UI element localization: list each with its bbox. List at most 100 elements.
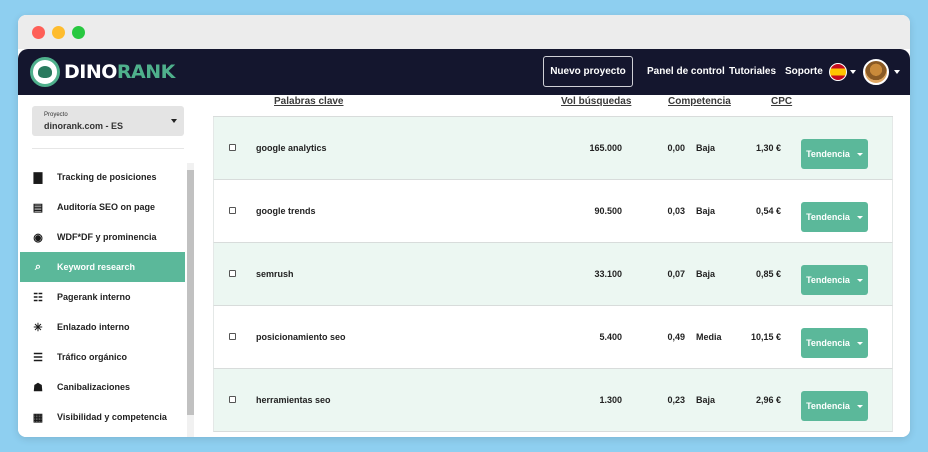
nav-link-tutoriales[interactable]: Tutoriales [729,66,776,77]
trend-button-label: Tendencia [806,275,850,285]
traffic-light-icon: ☰ [33,351,43,364]
sidebar-item-report[interactable]: ▦ Visibilidad y competencia [20,402,185,432]
top-navbar: DINORANK Nuevo proyecto Panel de control… [18,49,910,95]
new-project-button[interactable]: Nuevo proyecto [543,56,633,87]
keyword-cell: herramientas seo [256,395,331,405]
competition-level-cell: Baja [696,395,716,405]
chevron-down-icon [856,341,863,345]
user-avatar[interactable] [863,59,889,85]
trend-dropdown-button[interactable]: Tendencia [801,328,868,358]
keyword-search-icon: ⌕ [34,260,42,273]
browser-window: DINORANK Nuevo proyecto Panel de control… [18,15,910,437]
volume-cell: 1.300 [599,395,622,405]
chevron-down-icon [856,404,863,408]
minimize-window-button[interactable] [52,26,65,39]
sidebar-item-label: Tracking de posiciones [57,172,157,182]
keyword-cell: semrush [256,269,294,279]
cpc-cell: 0,54 € [755,206,781,216]
chevron-down-icon [856,215,863,219]
cpc-cell: 0,85 € [755,269,781,279]
column-header-competition[interactable]: Competencia [668,96,731,107]
sidebar-item-label: Auditoría SEO on page [57,202,156,212]
chevron-down-icon [171,119,177,123]
sidebar-item-label: WDF*DF y prominencia [57,232,157,242]
keyword-cell: posicionamiento seo [256,332,346,342]
project-selector-value: dinorank.com - ES [44,121,124,131]
sidebar-item-cannibal[interactable]: ☗ Canibalizaciones [20,372,185,402]
competition-cell: 0,23 [667,395,685,405]
document-chart-icon: ▤ [32,201,44,214]
trend-dropdown-button[interactable]: Tendencia [801,391,868,421]
competition-cell: 0,00 [667,143,685,153]
sidebar-item-traffic-light[interactable]: ☰ Tráfico orgánico [20,342,185,372]
competition-cell: 0,03 [667,206,685,216]
trend-button-label: Tendencia [806,212,850,222]
sidebar-item-sitemap[interactable]: ☷ Pagerank interno [20,282,185,312]
competition-level-cell: Media [696,332,722,342]
row-checkbox[interactable] [229,333,236,340]
trend-dropdown-button[interactable]: Tendencia [801,265,868,295]
report-icon: ▦ [32,411,44,424]
row-checkbox[interactable] [229,207,236,214]
sidebar: Proyecto dinorank.com - ES ▇ Tracking de … [18,95,196,437]
language-flag-icon[interactable] [829,63,847,81]
cpc-cell: 1,30 € [755,143,781,153]
sidebar-item-keyword-search[interactable]: ⌕ Keyword research [20,252,185,282]
target-icon: ◉ [33,231,43,244]
table-row: google trends 90.500 0,03 Baja 0,54 € Tendenc… [213,180,893,243]
sidebar-divider [32,148,184,149]
sidebar-item-label: Canibalizaciones [57,382,131,392]
nav-link-panel[interactable]: Panel de control [647,66,725,77]
trend-button-label: Tendencia [806,338,850,348]
keyword-cell: google trends [256,206,316,216]
volume-cell: 90.500 [594,206,622,216]
competition-level-cell: Baja [696,143,716,153]
competition-level-cell: Baja [696,206,716,216]
bar-chart-icon: ▇ [33,171,43,184]
maximize-window-button[interactable] [72,26,85,39]
column-header-cpc[interactable]: CPC [771,96,792,107]
volume-cell: 165.000 [589,143,622,153]
language-chevron-down-icon[interactable] [850,70,856,74]
row-checkbox[interactable] [229,270,236,277]
table-row: semrush 33.100 0,07 Baja 0,85 € Tendencia [213,243,893,306]
cpc-cell: 10,15 € [750,332,781,342]
sidebar-item-label: Enlazado interno [57,322,130,332]
sidebar-item-label: Visibilidad y competencia [57,412,167,422]
sidebar-item-label: Keyword research [57,262,136,272]
network-icon: ✳ [33,321,43,334]
competition-level-cell: Baja [696,269,716,279]
chevron-down-icon [856,152,863,156]
row-checkbox[interactable] [229,396,236,403]
trend-dropdown-button[interactable]: Tendencia [801,202,868,232]
user-menu-chevron-down-icon[interactable] [894,70,900,74]
keyword-table: google analytics 165.000 0,00 Baja 1,30 € Ten… [213,116,893,432]
sidebar-item-document-chart[interactable]: ▤ Auditoría SEO on page [20,192,185,222]
window-titlebar [18,15,910,49]
project-selector[interactable]: Proyecto dinorank.com - ES [32,106,184,136]
row-checkbox[interactable] [229,144,236,151]
column-header-volume[interactable]: Vol búsquedas [561,96,631,107]
sitemap-icon: ☷ [33,291,43,304]
logo-text-rank: RANK [116,61,175,83]
project-selector-label: Proyecto [44,112,68,118]
nav-link-soporte[interactable]: Soporte [785,66,823,77]
keyword-results-panel: Palabras clave Vol búsquedas Competencia… [196,95,910,437]
dinorank-logo[interactable]: DINORANK [30,55,175,89]
sidebar-menu: ▇ Tracking de posiciones ▤ Auditoría SEO on… [20,162,185,432]
chevron-down-icon [856,278,863,282]
sidebar-item-label: Tráfico orgánico [57,352,128,362]
sidebar-item-target[interactable]: ◉ WDF*DF y prominencia [20,222,185,252]
volume-cell: 5.400 [599,332,622,342]
sidebar-item-bar-chart[interactable]: ▇ Tracking de posiciones [20,162,185,192]
volume-cell: 33.100 [594,269,622,279]
trend-button-label: Tendencia [806,149,850,159]
sidebar-item-network[interactable]: ✳ Enlazado interno [20,312,185,342]
keyword-cell: google analytics [256,143,327,153]
sidebar-scrollbar-thumb[interactable] [187,170,194,415]
column-header-keyword[interactable]: Palabras clave [274,96,344,107]
trend-dropdown-button[interactable]: Tendencia [801,139,868,169]
table-row: posicionamiento seo 5.400 0,49 Media 10,15 €… [213,306,893,369]
dino-logo-icon [30,57,60,87]
close-window-button[interactable] [32,26,45,39]
